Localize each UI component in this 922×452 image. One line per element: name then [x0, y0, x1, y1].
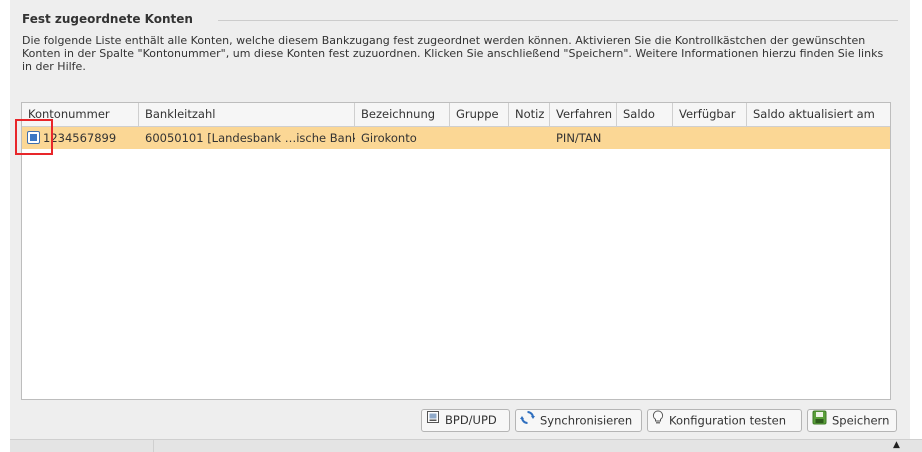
cell-verfahren: PIN/TAN [556, 131, 602, 145]
save-icon [812, 410, 827, 432]
cell-bezeichnung: Girokonto [361, 131, 417, 145]
column-header-bezeichnung[interactable]: Bezeichnung [355, 103, 450, 126]
column-header-verfuegbar[interactable]: Verfügbar [673, 103, 747, 126]
cell-bankleitzahl: 60050101 [Landesbank …ische Bank] [145, 131, 355, 145]
column-header-saldo[interactable]: Saldo [617, 103, 673, 126]
synchronize-button[interactable]: Synchronisieren [515, 409, 642, 432]
status-bar-divider [153, 440, 154, 452]
status-bar: ▲ [10, 439, 922, 452]
cell-notiz [509, 127, 550, 149]
bulb-icon [652, 410, 664, 432]
table-row[interactable]: 1234567899 60050101 [Landesbank …ische B… [22, 127, 890, 149]
synchronize-label: Synchronisieren [540, 413, 633, 428]
column-header-verfahren[interactable]: Verfahren [550, 103, 617, 126]
legend-divider [218, 20, 898, 21]
section-description: Die folgende Liste enthält alle Konten, … [22, 34, 884, 73]
section-title: Fest zugeordnete Konten [22, 12, 193, 26]
bpd-upd-button[interactable]: BPD/UPD [421, 409, 510, 432]
column-header-saldo-aktualisiert[interactable]: Saldo aktualisiert am [747, 103, 890, 126]
cell-kontonummer: 1234567899 [43, 131, 117, 145]
column-header-bankleitzahl[interactable]: Bankleitzahl [139, 103, 355, 126]
bpd-icon [426, 410, 440, 431]
cell-gruppe [450, 127, 509, 149]
bpd-upd-label: BPD/UPD [445, 413, 497, 427]
cell-verfuegbar [673, 127, 747, 149]
accounts-table: Kontonummer Bankleitzahl Bezeichnung Gru… [21, 102, 891, 400]
cell-saldo-aktualisiert [747, 127, 890, 149]
column-header-notiz[interactable]: Notiz [509, 103, 550, 126]
resize-arrow-icon[interactable]: ▲ [893, 440, 900, 450]
save-button[interactable]: Speichern [807, 409, 897, 432]
table-header: Kontonummer Bankleitzahl Bezeichnung Gru… [22, 103, 890, 127]
cell-saldo [617, 127, 673, 149]
sync-icon [520, 410, 535, 432]
column-header-gruppe[interactable]: Gruppe [450, 103, 509, 126]
test-configuration-label: Konfiguration testen [669, 413, 787, 428]
checkbox-highlight-box [15, 119, 53, 155]
test-configuration-button[interactable]: Konfiguration testen [647, 409, 802, 432]
save-label: Speichern [832, 413, 890, 428]
